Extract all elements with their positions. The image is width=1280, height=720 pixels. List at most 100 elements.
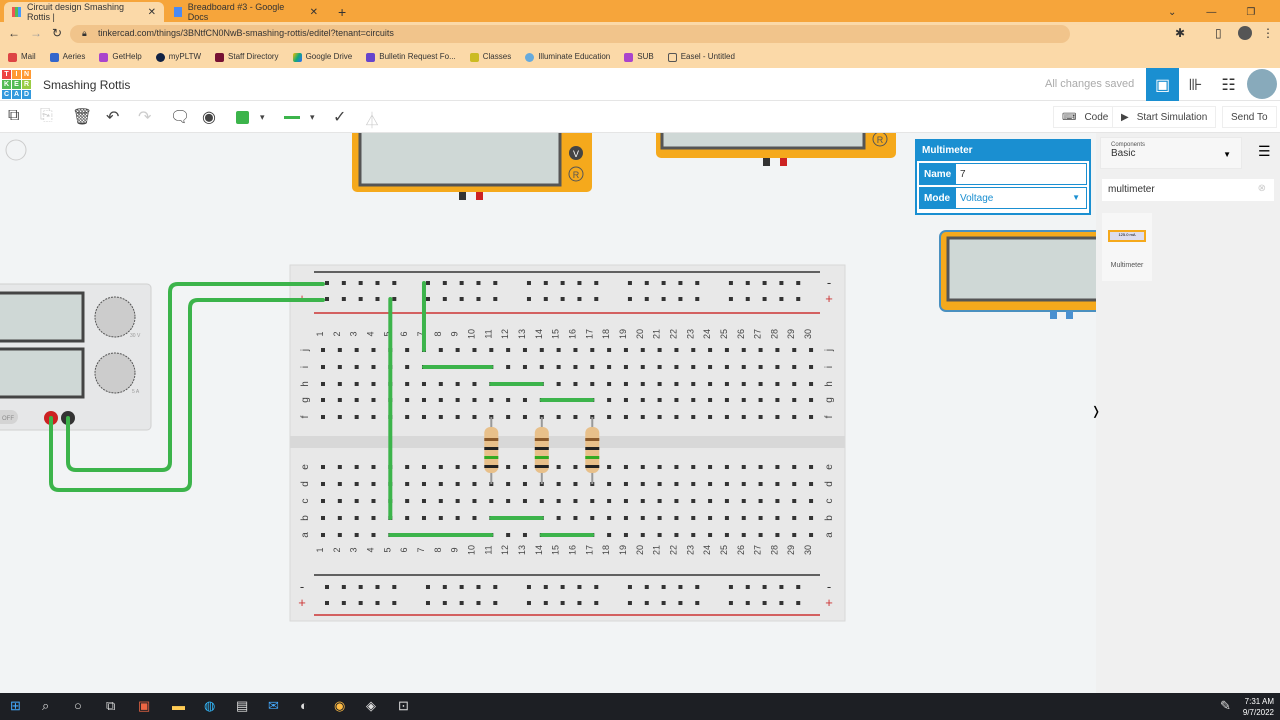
hole[interactable] (708, 415, 713, 419)
hole[interactable] (506, 348, 511, 352)
hole[interactable] (573, 348, 578, 352)
rail-hole[interactable] (476, 297, 481, 301)
close-tab-icon[interactable]: ✕ (310, 7, 318, 18)
hole[interactable] (354, 365, 359, 369)
hole[interactable] (708, 465, 713, 469)
hole[interactable] (809, 533, 814, 537)
rail-hole[interactable] (459, 601, 464, 605)
flip-icon[interactable]: ⏃ (364, 107, 380, 131)
hole[interactable] (337, 415, 342, 419)
hole[interactable] (741, 382, 746, 386)
hole[interactable] (573, 516, 578, 520)
url-input[interactable]: 🔒︎ tinkercad.com/things/3BNtfCN0NwB-smash… (70, 25, 1070, 43)
rail-hole[interactable] (661, 281, 666, 285)
bookmark-mail[interactable]: Mail (8, 52, 36, 62)
window-controls[interactable]: ⌄—❐✕ (1160, 2, 1280, 22)
hole[interactable] (556, 382, 561, 386)
hole[interactable] (472, 499, 477, 503)
name-input[interactable]: 7 (956, 164, 1086, 184)
hole[interactable] (691, 533, 696, 537)
hole[interactable] (741, 516, 746, 520)
hole[interactable] (691, 482, 696, 486)
bookmark-aeries[interactable]: Aeries (49, 52, 85, 62)
hole[interactable] (506, 482, 511, 486)
rail-hole[interactable] (728, 585, 733, 589)
hole[interactable] (708, 533, 713, 537)
hole[interactable] (337, 499, 342, 503)
bookmark-bulletin[interactable]: Bulletin Request Fo... (366, 52, 456, 62)
hole[interactable] (623, 382, 628, 386)
bookmark-mypltw[interactable]: myPLTW (155, 52, 201, 62)
hole[interactable] (792, 533, 797, 537)
hole[interactable] (691, 382, 696, 386)
hole[interactable] (607, 465, 612, 469)
hole[interactable] (657, 415, 662, 419)
rail-hole[interactable] (375, 601, 380, 605)
rail-hole[interactable] (392, 297, 397, 301)
hole[interactable] (809, 465, 814, 469)
redo-icon[interactable]: ↷ (138, 107, 151, 127)
components-dropdown[interactable]: Components Basic ▼ (1100, 137, 1242, 169)
hole[interactable] (724, 499, 729, 503)
send-to-button[interactable]: Send To (1222, 106, 1277, 128)
hole[interactable] (371, 415, 376, 419)
rail-hole[interactable] (526, 601, 531, 605)
hole[interactable] (758, 415, 763, 419)
rail-hole[interactable] (543, 601, 548, 605)
restore-icon[interactable]: ❐ (1246, 7, 1255, 18)
app-icon[interactable]: ◈ (366, 698, 376, 714)
sidebar-icon[interactable]: ▯ (1215, 26, 1222, 40)
hole[interactable] (371, 499, 376, 503)
rail-hole[interactable] (442, 297, 447, 301)
hole[interactable] (741, 415, 746, 419)
user-avatar[interactable] (1247, 69, 1277, 99)
hole[interactable] (337, 348, 342, 352)
rail-hole[interactable] (728, 281, 733, 285)
hole[interactable] (455, 348, 460, 352)
hole[interactable] (472, 516, 477, 520)
chevron-down-icon[interactable]: ▾ (310, 112, 315, 123)
rail-hole[interactable] (594, 601, 599, 605)
hole[interactable] (321, 533, 325, 537)
hole[interactable] (792, 348, 797, 352)
extensions-icon[interactable]: ✱ (1175, 26, 1185, 40)
reload-icon[interactable]: ↻ (52, 26, 62, 40)
power-supply[interactable]: 30 V 5 A OFF (0, 283, 152, 431)
rail-hole[interactable] (358, 601, 363, 605)
hole[interactable] (809, 365, 814, 369)
rail-hole[interactable] (341, 601, 346, 605)
hole[interactable] (522, 533, 527, 537)
hole[interactable] (455, 516, 460, 520)
hole[interactable] (506, 398, 511, 402)
rail-hole[interactable] (325, 297, 329, 301)
rail-hole[interactable] (678, 281, 683, 285)
hole[interactable] (775, 348, 780, 352)
rail-hole[interactable] (560, 585, 565, 589)
rail-hole[interactable] (779, 585, 784, 589)
hole[interactable] (724, 516, 729, 520)
rail-hole[interactable] (560, 601, 565, 605)
circuit-view-button[interactable]: ▣ (1146, 68, 1179, 101)
hole[interactable] (758, 516, 763, 520)
rail-hole[interactable] (762, 297, 767, 301)
hole[interactable] (691, 516, 696, 520)
hole[interactable] (321, 516, 325, 520)
hole[interactable] (691, 499, 696, 503)
hole[interactable] (489, 348, 494, 352)
hole[interactable] (421, 398, 426, 402)
hole[interactable] (741, 398, 746, 402)
hole[interactable] (337, 365, 342, 369)
hole[interactable] (758, 348, 763, 352)
hole[interactable] (724, 365, 729, 369)
hole[interactable] (405, 499, 410, 503)
hole[interactable] (809, 482, 814, 486)
search-icon[interactable]: ⌕ (42, 698, 49, 714)
hole[interactable] (623, 365, 628, 369)
rail-hole[interactable] (762, 601, 767, 605)
paste-icon[interactable]: ⎘ (40, 107, 53, 125)
hole[interactable] (573, 415, 578, 419)
hole[interactable] (792, 382, 797, 386)
code-button[interactable]: ⌨ Code (1053, 106, 1118, 128)
hole[interactable] (792, 465, 797, 469)
chevron-down-icon[interactable]: ⌄ (1168, 7, 1176, 18)
